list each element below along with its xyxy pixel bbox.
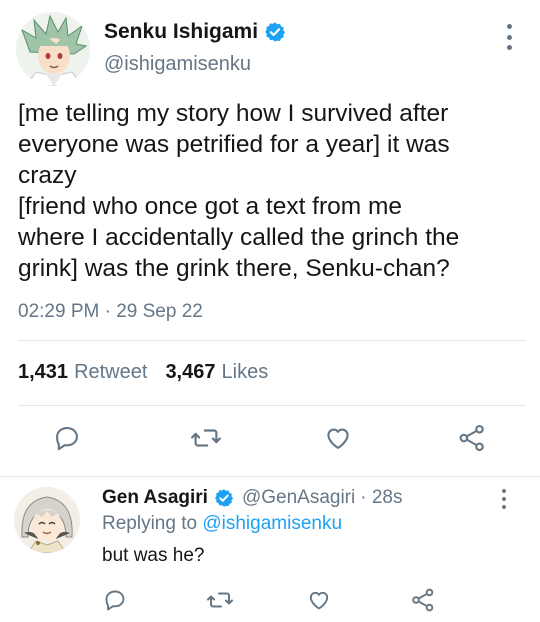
verified-badge-icon — [265, 22, 286, 42]
tweet-stats: 1,431 Retweet 3,467 Likes — [18, 361, 286, 384]
reply-text: but was he? — [102, 545, 205, 566]
tweet-text-line: everyone was petrified for a year] it wa… — [18, 131, 450, 158]
author-name-row[interactable]: Senku Ishigami — [104, 20, 286, 44]
more-dot — [502, 497, 506, 501]
author-avatar[interactable] — [16, 12, 90, 86]
reply-tweet[interactable]: Gen Asagiri @GenAsagiri · 28s Replying t… — [0, 477, 540, 622]
share-icon — [412, 588, 434, 612]
reply-time[interactable]: · 28s — [360, 487, 402, 509]
reply-author-display-name[interactable]: Gen Asagiri — [102, 487, 208, 509]
retweet-label[interactable]: Retweet — [74, 361, 147, 384]
avatar-gen-image — [14, 487, 80, 553]
reply-action-bar — [0, 583, 540, 617]
reply-author-avatar[interactable] — [14, 487, 80, 553]
tweet-text-line: where I accidentally called the grinch t… — [18, 224, 460, 251]
tweet-timestamp[interactable]: 02:29 PM · 29 Sep 22 — [18, 301, 203, 323]
retweet-icon — [207, 592, 233, 608]
replying-to-prefix: Replying to — [102, 513, 198, 534]
more-dot — [502, 489, 506, 493]
divider — [18, 340, 526, 341]
tweet-text-line: crazy — [18, 162, 77, 189]
tweet-text-line: [me telling my story how I survived afte… — [18, 100, 449, 127]
author-display-name[interactable]: Senku Ishigami — [104, 20, 258, 44]
retweet-button[interactable] — [186, 418, 226, 458]
reply-header: Gen Asagiri @GenAsagiri · 28s — [102, 487, 402, 509]
more-dot — [506, 34, 512, 40]
more-dot — [506, 24, 512, 29]
retweet-icon — [191, 429, 221, 447]
more-dot — [506, 45, 512, 50]
verified-badge-icon — [214, 489, 234, 507]
reply-reply-button[interactable] — [98, 583, 132, 617]
tweet-text-line: grink] was the grink there, Senku-chan? — [18, 255, 450, 282]
reply-icon — [56, 427, 78, 451]
share-button[interactable] — [452, 418, 492, 458]
tweet-text-line: [friend who once got a text from me — [18, 193, 403, 220]
reply-button[interactable] — [47, 418, 87, 458]
share-icon — [459, 424, 484, 452]
likes-label[interactable]: Likes — [222, 361, 269, 384]
tweet-action-bar — [0, 418, 540, 458]
tweet-text: [me telling my story how I survived afte… — [18, 98, 523, 284]
reply-author-handle[interactable]: @GenAsagiri — [242, 487, 355, 509]
avatar-senku-image — [16, 12, 90, 86]
more-options-icon[interactable] — [499, 24, 519, 50]
reply-share-button[interactable] — [406, 583, 440, 617]
reply-more-options-icon[interactable] — [496, 489, 512, 509]
reply-icon — [105, 590, 125, 611]
replying-to-handle-link[interactable]: @ishigamisenku — [202, 513, 342, 534]
retweet-count[interactable]: 1,431 — [18, 361, 68, 384]
like-icon — [309, 591, 329, 610]
more-dot — [502, 505, 506, 509]
like-icon — [327, 428, 349, 449]
reply-like-button[interactable] — [302, 583, 336, 617]
likes-count[interactable]: 3,467 — [165, 361, 215, 384]
reply-retweet-button[interactable] — [203, 583, 237, 617]
main-tweet: Senku Ishigami @ishigamisenku [me tellin… — [0, 0, 540, 476]
like-button[interactable] — [318, 418, 358, 458]
divider — [18, 405, 526, 406]
replying-to-line: Replying to @ishigamisenku — [102, 513, 342, 535]
author-handle[interactable]: @ishigamisenku — [104, 53, 251, 76]
